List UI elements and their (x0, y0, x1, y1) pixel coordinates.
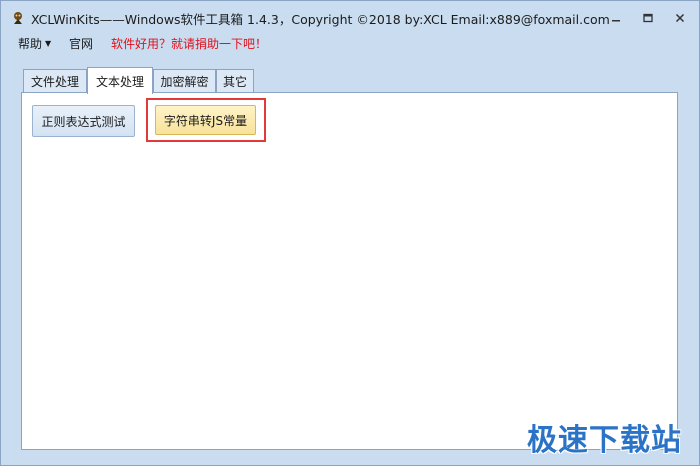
string-to-js-const-button[interactable]: 字符串转JS常量 (155, 105, 256, 135)
minimize-button[interactable] (603, 7, 629, 27)
app-logo-icon (11, 10, 25, 24)
menu-donate-link[interactable]: 软件好用？就请捐助一下吧！ (111, 35, 267, 52)
tab-encrypt-decrypt[interactable]: 加密解密 (153, 69, 216, 93)
app-window: XCLWinKits——Windows软件工具箱 1.4.3，Copyright… (0, 0, 700, 466)
menu-help[interactable]: 帮助 ▼ (18, 35, 51, 52)
close-icon (675, 8, 685, 27)
tab-other[interactable]: 其它 (216, 69, 254, 93)
menu-bar: 帮助 ▼ 官网 软件好用？就请捐助一下吧！ (1, 33, 699, 53)
maximize-button[interactable] (635, 7, 661, 27)
minimize-icon (611, 8, 621, 27)
regex-test-button[interactable]: 正则表达式测试 (32, 105, 135, 137)
watermark-logo: 极速下载站 (527, 423, 682, 458)
tab-content-panel: 正则表达式测试 字符串转JS常量 (21, 92, 678, 450)
caret-down-icon: ▼ (45, 39, 52, 48)
window-title: XCLWinKits——Windows软件工具箱 1.4.3，Copyright… (31, 12, 610, 27)
tab-file-processing[interactable]: 文件处理 (23, 69, 87, 93)
menu-website[interactable]: 官网 (69, 35, 93, 52)
maximize-icon (643, 8, 653, 27)
title-bar[interactable]: XCLWinKits——Windows软件工具箱 1.4.3，Copyright… (1, 1, 699, 33)
close-button[interactable] (667, 7, 693, 27)
menu-help-label: 帮助 (18, 37, 43, 51)
tab-text-processing[interactable]: 文本处理 (87, 67, 153, 94)
tab-strip: 文件处理 文本处理 加密解密 其它 (23, 67, 673, 94)
